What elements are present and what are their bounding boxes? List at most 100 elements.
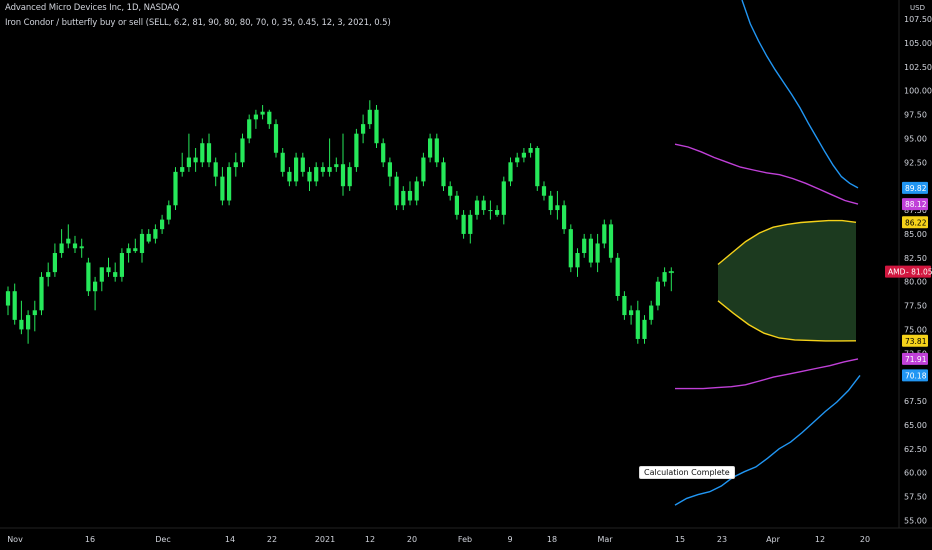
level-price-label: 89.82 (905, 184, 927, 193)
candle-body (434, 138, 439, 163)
candle-body (260, 111, 265, 115)
candle-body (294, 157, 299, 182)
candle-body (394, 176, 399, 206)
candle-body (166, 205, 171, 220)
price-tick-label: 60.00 (904, 469, 927, 478)
candle-body (126, 248, 131, 254)
candle-body (662, 272, 667, 282)
price-chart[interactable]: 107.50 105.00 102.50 100.00 97.50 95.00 92.50 9… (0, 0, 932, 550)
candle-body (340, 164, 346, 187)
time-tick-label: 12 (815, 535, 825, 544)
candle-body (99, 267, 104, 282)
candle-body (133, 248, 138, 252)
time-tick-label: 20 (860, 535, 870, 544)
candle-body (193, 157, 198, 163)
ticker-label: AMD (888, 268, 906, 277)
candle-body (515, 157, 520, 163)
candle-body (381, 143, 386, 163)
candle-body (273, 124, 279, 153)
price-tick-label: 107.50 (904, 15, 932, 24)
candle-body (448, 186, 453, 196)
calculation-tooltip: Calculation Complete (639, 466, 735, 479)
time-tick-label: 9 (507, 535, 512, 544)
candle-body (354, 133, 359, 168)
candle-body (468, 214, 473, 234)
level-price-label: 71.91 (905, 355, 927, 364)
candle-body (548, 195, 553, 211)
candle-body (441, 162, 446, 187)
candle-body (200, 143, 205, 163)
candle-body (555, 205, 560, 211)
price-tick-label: 100.00 (904, 87, 932, 96)
candle-body (582, 238, 587, 254)
candle-body (401, 190, 406, 206)
outer-upper-line (741, 0, 859, 189)
candle-body (602, 224, 607, 244)
level-price-label: 70.18 (905, 371, 927, 380)
price-axis[interactable]: 107.50105.00102.50100.0097.5095.0092.509… (904, 4, 932, 525)
time-tick-label: 15 (675, 535, 685, 544)
candle-body (93, 281, 98, 292)
time-tick-label: 12 (365, 535, 375, 544)
candle-body (12, 291, 17, 320)
candle-body (387, 162, 392, 177)
candle-body (233, 162, 238, 168)
candle-body (287, 171, 292, 182)
candle-body (454, 195, 459, 215)
candle-body (213, 162, 218, 177)
time-tick-label: Feb (458, 535, 472, 544)
time-tick-label: 18 (547, 535, 557, 544)
price-tick-label: 80.00 (904, 278, 927, 287)
candle-body (501, 181, 506, 215)
candle-body (314, 167, 319, 182)
candle-body (267, 111, 272, 125)
candle-body (622, 295, 627, 316)
candle-body (374, 109, 379, 144)
candle-body (320, 167, 325, 172)
level-price-label: 88.12 (905, 200, 927, 209)
candle-body (655, 281, 660, 306)
candle-body (608, 224, 614, 258)
indicator-title: Iron Condor / butterfly buy or sell (SEL… (5, 18, 391, 28)
candle-body (481, 200, 486, 211)
candle-body (19, 319, 24, 330)
iron-condor-bands (674, 0, 861, 506)
level-price-label: 73.81 (905, 337, 927, 346)
candle-body (407, 190, 413, 201)
candle-body (300, 157, 305, 172)
candle-body (59, 243, 64, 254)
candle-body (307, 171, 312, 182)
candle-body (39, 276, 44, 311)
time-tick-label: 23 (717, 535, 727, 544)
candle-body (72, 243, 78, 249)
candle-body (334, 164, 339, 168)
candle-body (79, 246, 84, 249)
candle-body (180, 167, 185, 172)
candlestick-series (5, 100, 674, 344)
candle-body (535, 147, 540, 187)
inner-upper-line (674, 143, 859, 205)
candle-body (615, 257, 620, 296)
time-tick-label: 20 (407, 535, 417, 544)
time-axis[interactable]: Nov 16 Dec 14 22 2021 12 20 Feb 9 18 Mar 15 23 Apr 12 20 (7, 535, 870, 544)
symbol-title: Advanced Micro Devices Inc, 1D, NASDAQ (5, 3, 180, 13)
candle-body (361, 124, 366, 134)
price-tick-label: 97.50 (904, 111, 927, 120)
price-tick-label: 62.50 (904, 445, 927, 454)
candle-body (66, 238, 71, 244)
candle-body (588, 238, 593, 263)
currency-label: USD (910, 4, 925, 12)
current-price-label: - 81.05 (906, 268, 932, 277)
price-tick-label: 65.00 (904, 421, 927, 430)
price-tick-label: 57.50 (904, 492, 927, 501)
candle-body (5, 291, 11, 306)
candle-body (642, 319, 647, 339)
candle-body (421, 157, 426, 182)
candle-body (26, 315, 31, 330)
time-tick-label: 2021 (315, 535, 335, 544)
candle-body (206, 143, 212, 163)
level-price-label: 86.22 (905, 218, 927, 227)
candle-body (153, 229, 158, 239)
price-tick-label: 67.50 (904, 397, 927, 406)
candle-body (160, 219, 165, 230)
